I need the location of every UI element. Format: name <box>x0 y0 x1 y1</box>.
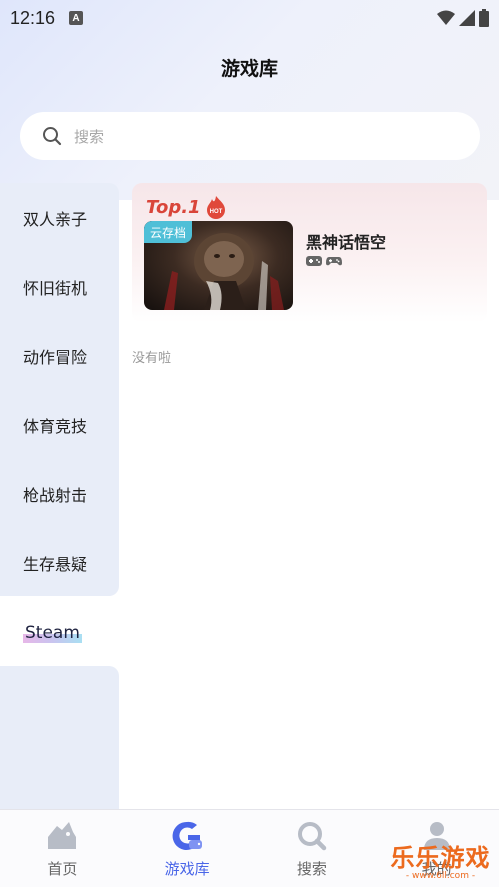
watermark-title: 乐乐游戏 <box>390 844 491 872</box>
page-title: 游戏库 <box>220 58 278 80</box>
search-icon <box>43 127 62 146</box>
search-input[interactable]: 搜索 <box>20 112 480 160</box>
status-icons <box>437 9 489 27</box>
sidebar-item-sports[interactable]: 体育竞技 <box>0 390 119 459</box>
battery-icon <box>479 9 489 27</box>
empty-list-message: 没有啦 <box>132 351 172 366</box>
sidebar-item-label: 体育竞技 <box>23 416 88 436</box>
sidebar-item-shooter[interactable]: 枪战射击 <box>0 459 119 528</box>
watermark-url: - www.6ll.com - <box>405 871 476 881</box>
game-library-icon <box>172 821 203 850</box>
svg-text:HOT: HOT <box>209 209 222 215</box>
status-bar: 12:16 A <box>0 0 499 36</box>
hot-flame-icon: HOT <box>206 196 225 219</box>
nav-home[interactable]: 首页 <box>0 810 125 887</box>
sidebar-item-label: 枪战射击 <box>23 485 88 505</box>
sidebar-item-label: 生存悬疑 <box>23 554 88 574</box>
signal-icon <box>459 10 475 26</box>
controller-icon <box>306 256 322 266</box>
game-cover-image[interactable]: 云存档 <box>144 221 293 310</box>
rank-label: Top.1 <box>146 196 201 218</box>
status-time: 12:16 <box>10 7 56 28</box>
cloud-save-tag: 云存档 <box>144 221 193 243</box>
sidebar-item-steam[interactable]: Steam <box>0 598 119 667</box>
home-icon <box>48 822 77 849</box>
search-placeholder: 搜索 <box>74 127 105 146</box>
sidebar-item-label: 双人亲子 <box>23 209 88 229</box>
sidebar-item-label: 动作冒险 <box>23 347 88 367</box>
nav-home-label: 首页 <box>47 860 78 878</box>
game-title[interactable]: 黑神话悟空 <box>306 229 386 253</box>
sidebar-item-retro-arcade[interactable]: 怀旧街机 <box>0 252 119 321</box>
rank-badge: Top.1 HOT <box>146 195 227 219</box>
nav-game-library[interactable]: 游戏库 <box>125 810 250 887</box>
sidebar-item-action-adventure[interactable]: 动作冒险 <box>0 321 119 390</box>
watermark-logo: 乐乐游戏 - www.6ll.com - <box>382 838 499 887</box>
sidebar-item-label: 怀旧街机 <box>23 278 88 298</box>
nav-game-library-label: 游戏库 <box>164 860 210 878</box>
platform-icons <box>306 255 342 267</box>
category-sidebar-bottom <box>0 666 119 809</box>
nav-search[interactable]: 搜索 <box>250 810 375 887</box>
sidebar-item-couple-kids[interactable]: 双人亲子 <box>0 183 119 252</box>
notification-icon: A <box>69 11 84 25</box>
sidebar-item-label: Steam <box>23 622 82 643</box>
gamepad-icon <box>326 257 342 266</box>
featured-game-card[interactable]: Top.1 HOT 云存档 黑神话悟空 <box>132 183 487 323</box>
nav-search-label: 搜索 <box>296 860 327 878</box>
sidebar-item-survival-mystery[interactable]: 生存悬疑 <box>0 528 119 597</box>
wifi-icon <box>437 10 455 25</box>
search-icon <box>297 822 327 851</box>
